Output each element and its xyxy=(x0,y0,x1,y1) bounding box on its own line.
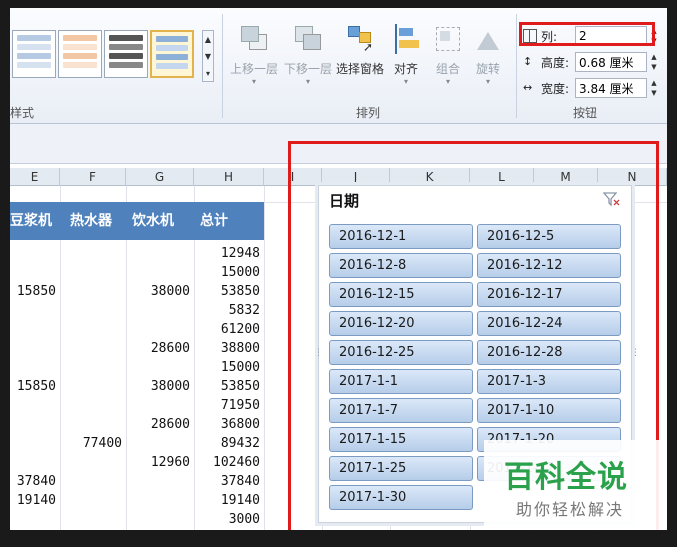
selection-pane-button[interactable]: ➚ 选择窗格 xyxy=(334,24,386,102)
table-cell[interactable]: 19140 xyxy=(194,493,260,508)
table-cell[interactable]: 15850 xyxy=(10,284,56,299)
table-cell[interactable]: 77400 xyxy=(60,436,122,451)
watermark-brand: 百科全说 xyxy=(504,460,628,495)
column-header-g[interactable]: G xyxy=(126,168,194,186)
table-cell[interactable]: 37840 xyxy=(10,474,56,489)
table-cell[interactable]: 37840 xyxy=(194,474,260,489)
highlight-columns-box xyxy=(519,22,655,46)
send-backward-button[interactable]: 下移一层 ▾ xyxy=(282,24,334,102)
header-cell-soymilk: 豆浆机 xyxy=(10,213,52,229)
width-icon: ↔ xyxy=(523,81,533,94)
table-cell[interactable]: 12960 xyxy=(126,455,190,470)
height-icon: ↕ xyxy=(523,55,533,68)
slicer-style-thumb-1[interactable] xyxy=(12,30,56,78)
table-cell[interactable]: 3000 xyxy=(194,512,260,527)
group-label-buttons: 按钮 xyxy=(573,106,598,120)
table-cell[interactable]: 53850 xyxy=(194,379,260,394)
rotate-button[interactable]: 旋转 ▾ xyxy=(470,24,506,102)
table-cell[interactable]: 15850 xyxy=(10,379,56,394)
slicer-style-thumb-2[interactable] xyxy=(58,30,102,78)
table-cell[interactable]: 38000 xyxy=(126,284,190,299)
width-row: ↔ 宽度: ▲▼ xyxy=(523,78,659,98)
bring-forward-icon xyxy=(239,24,269,54)
header-cell-total: 总计 xyxy=(200,213,228,229)
header-cell-water-heater: 热水器 xyxy=(70,213,112,229)
table-cell[interactable]: 89432 xyxy=(194,436,260,451)
column-header-f[interactable]: F xyxy=(60,168,126,186)
width-spinner[interactable]: ▲ ▼ xyxy=(649,78,659,98)
excel-window: ▲ ▼ ▾ 样式 上移一层 ▾ 下移一层 ▾ ➚ 选择窗格 对齐 ▾ 组合 ▾ … xyxy=(10,8,667,530)
slicer-style-thumb-3[interactable] xyxy=(104,30,148,78)
table-cell[interactable]: 28600 xyxy=(126,417,190,432)
selection-pane-icon: ➚ xyxy=(345,24,375,54)
table-cell[interactable]: 38800 xyxy=(194,341,260,356)
table-cell[interactable]: 38000 xyxy=(126,379,190,394)
table-cell[interactable]: 5832 xyxy=(194,303,260,318)
align-icon xyxy=(391,24,421,54)
group-button[interactable]: 组合 ▾ xyxy=(430,24,466,102)
header-cell-dispenser: 饮水机 xyxy=(132,213,174,229)
rotate-icon xyxy=(473,24,503,54)
group-label-styles: 样式 xyxy=(10,106,35,120)
height-spinner[interactable]: ▲ ▼ xyxy=(649,52,659,72)
table-cell[interactable]: 71950 xyxy=(194,398,260,413)
group-icon xyxy=(433,24,463,54)
watermark-slogan: 助你轻松解决 xyxy=(516,500,625,519)
table-cell[interactable]: 12948 xyxy=(194,246,260,261)
table-cell[interactable]: 102460 xyxy=(194,455,260,470)
height-row: ↕ 高度: ▲▼ xyxy=(523,52,659,72)
table-cell[interactable]: 15000 xyxy=(194,360,260,375)
gallery-scroll[interactable]: ▲ ▼ ▾ xyxy=(202,30,214,82)
table-cell[interactable]: 61200 xyxy=(194,322,260,337)
column-header-h[interactable]: H xyxy=(194,168,264,186)
group-label-arrange: 排列 xyxy=(356,106,381,120)
table-cell[interactable]: 19140 xyxy=(10,493,56,508)
table-cell[interactable]: 15000 xyxy=(194,265,260,280)
column-header-e[interactable]: E xyxy=(10,168,60,186)
table-cell[interactable]: 36800 xyxy=(194,417,260,432)
height-input[interactable] xyxy=(575,52,647,72)
slicer-style-thumb-selected[interactable] xyxy=(150,30,194,78)
watermark: 百科全说 助你轻松解决 xyxy=(484,440,667,530)
align-button[interactable]: 对齐 ▾ xyxy=(388,24,424,102)
send-backward-icon xyxy=(293,24,323,54)
width-input[interactable] xyxy=(575,78,647,98)
bring-forward-button[interactable]: 上移一层 ▾ xyxy=(228,24,280,102)
table-cell[interactable]: 28600 xyxy=(126,341,190,356)
table-cell[interactable]: 53850 xyxy=(194,284,260,299)
